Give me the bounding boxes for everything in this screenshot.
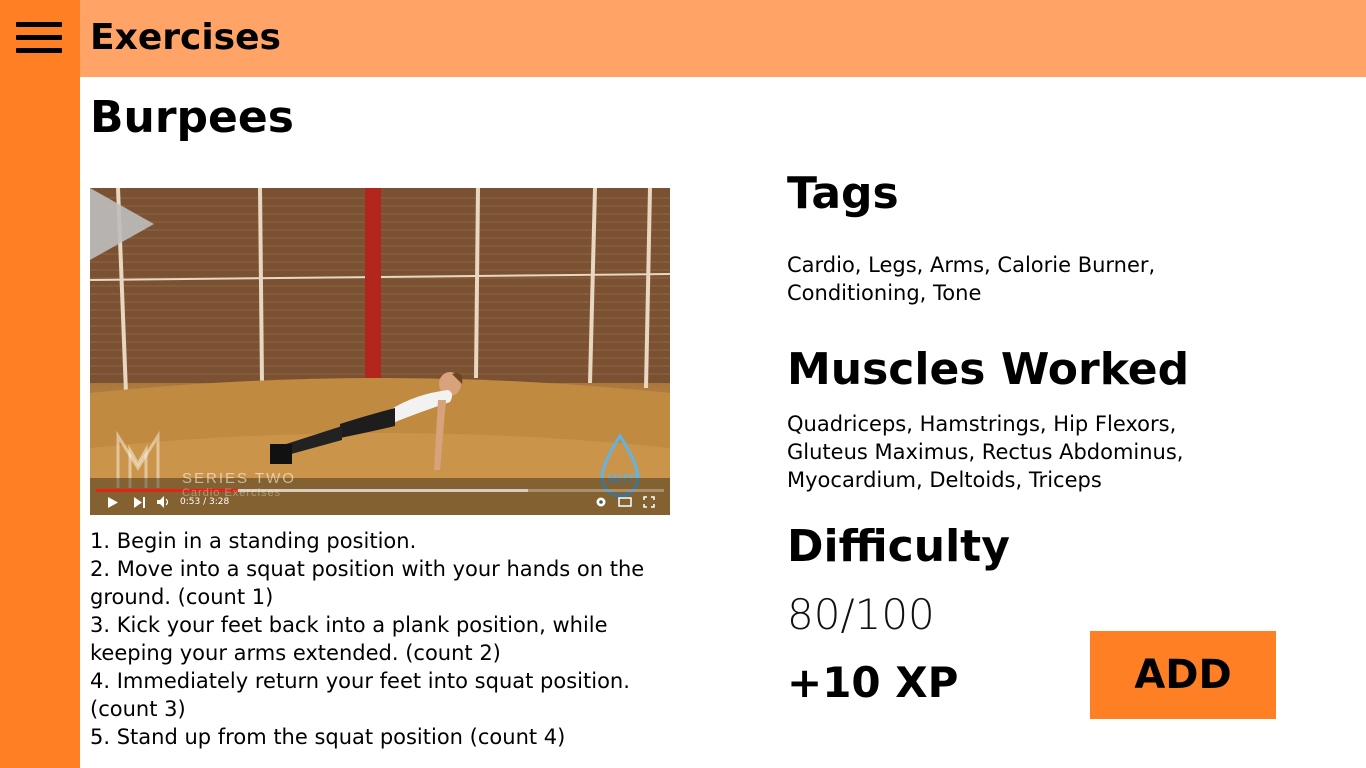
exercise-title: Burpees xyxy=(90,92,294,143)
page-title: Exercises xyxy=(90,17,281,58)
video-next-icon[interactable] xyxy=(134,497,146,508)
app-root: Exercises Burpees SERIES TWO Cardio Exer… xyxy=(0,0,1366,768)
video-time: 0:53 / 3:28 xyxy=(180,497,230,507)
step-item: 2. Move into a squat position with your … xyxy=(90,557,645,609)
play-overlay-icon[interactable] xyxy=(90,188,154,260)
video-theater-mode-icon[interactable] xyxy=(618,497,632,507)
video-play-icon[interactable] xyxy=(108,497,118,508)
muscles-text: Quadriceps, Hamstrings, Hip Flexors, Glu… xyxy=(787,412,1184,492)
video-series-text: SERIES TWO xyxy=(182,470,296,487)
step-item: 5. Stand up from the squat position (cou… xyxy=(90,725,566,749)
video-fullscreen-icon[interactable] xyxy=(643,496,655,508)
top-bar: Exercises xyxy=(80,0,1366,77)
tags-heading: Tags xyxy=(787,168,899,219)
difficulty-heading: Difficulty xyxy=(787,521,1010,572)
video-settings-gear-icon[interactable] xyxy=(595,496,607,508)
exercise-steps: 1. Begin in a standing position. 2. Move… xyxy=(90,527,690,751)
difficulty-value: 80/100 xyxy=(787,590,935,639)
exercise-video-player[interactable]: wm SERIES TWO Cardio Exercises 0:53 / 3:… xyxy=(90,188,670,515)
video-volume-icon[interactable] xyxy=(157,496,171,508)
step-item: 1. Begin in a standing position. xyxy=(90,529,417,553)
tags-text: Cardio, Legs, Arms, Calorie Burner, Cond… xyxy=(787,253,1156,305)
step-item: 4. Immediately return your feet into squ… xyxy=(90,669,630,721)
step-item: 3. Kick your feet back into a plank posi… xyxy=(90,613,608,665)
add-button[interactable]: ADD xyxy=(1090,631,1276,719)
hamburger-menu-icon[interactable] xyxy=(16,22,62,56)
xp-reward: +10 XP xyxy=(787,658,959,707)
sidebar-strip xyxy=(0,0,80,768)
muscles-heading: Muscles Worked xyxy=(787,344,1190,395)
video-frame: wm xyxy=(90,188,670,515)
